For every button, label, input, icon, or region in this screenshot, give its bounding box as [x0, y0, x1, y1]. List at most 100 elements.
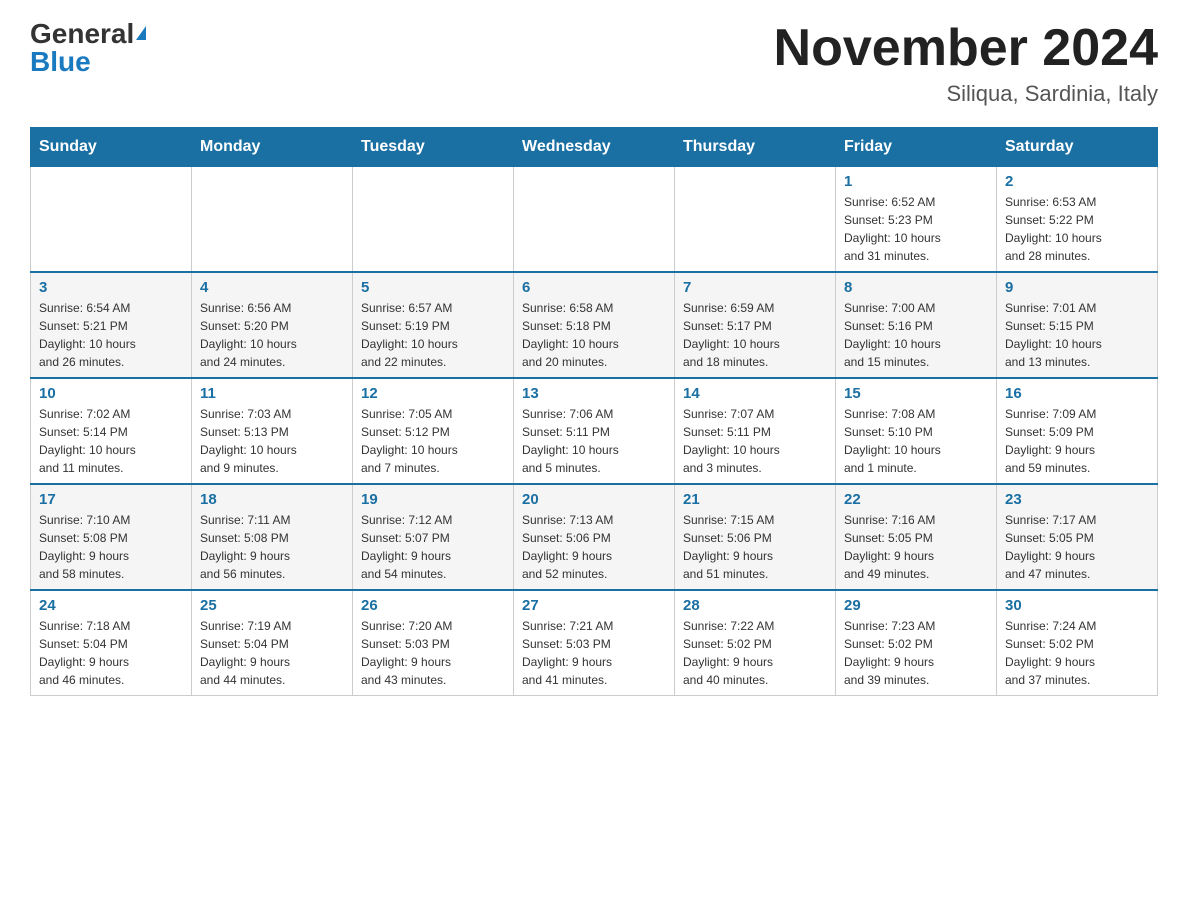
day-number: 7	[683, 279, 827, 296]
day-number: 20	[522, 491, 666, 508]
calendar-day-cell: 15 Sunrise: 7:08 AMSunset: 5:10 PMDayligh…	[836, 378, 997, 484]
day-of-week-header: Monday	[192, 128, 353, 167]
calendar-day-cell: 9 Sunrise: 7:01 AMSunset: 5:15 PMDaylight…	[997, 272, 1158, 378]
day-number: 29	[844, 597, 988, 614]
day-of-week-header: Wednesday	[514, 128, 675, 167]
calendar-week-row: 3 Sunrise: 6:54 AMSunset: 5:21 PMDaylight…	[31, 272, 1158, 378]
day-number: 16	[1005, 385, 1149, 402]
calendar-day-cell	[514, 167, 675, 273]
day-info: Sunrise: 7:10 AMSunset: 5:08 PMDaylight:…	[39, 511, 183, 583]
day-number: 2	[1005, 173, 1149, 190]
calendar-day-cell: 24 Sunrise: 7:18 AMSunset: 5:04 PMDayligh…	[31, 590, 192, 696]
calendar-day-cell: 7 Sunrise: 6:59 AMSunset: 5:17 PMDaylight…	[675, 272, 836, 378]
calendar-day-cell: 1 Sunrise: 6:52 AMSunset: 5:23 PMDaylight…	[836, 167, 997, 273]
calendar-day-cell: 18 Sunrise: 7:11 AMSunset: 5:08 PMDayligh…	[192, 484, 353, 590]
day-info: Sunrise: 7:22 AMSunset: 5:02 PMDaylight:…	[683, 617, 827, 689]
day-number: 13	[522, 385, 666, 402]
logo-triangle-icon	[136, 26, 146, 40]
day-info: Sunrise: 7:03 AMSunset: 5:13 PMDaylight:…	[200, 405, 344, 477]
day-info: Sunrise: 7:23 AMSunset: 5:02 PMDaylight:…	[844, 617, 988, 689]
day-info: Sunrise: 7:02 AMSunset: 5:14 PMDaylight:…	[39, 405, 183, 477]
calendar-day-cell: 13 Sunrise: 7:06 AMSunset: 5:11 PMDayligh…	[514, 378, 675, 484]
day-info: Sunrise: 7:19 AMSunset: 5:04 PMDaylight:…	[200, 617, 344, 689]
day-number: 28	[683, 597, 827, 614]
day-of-week-header: Sunday	[31, 128, 192, 167]
calendar-day-cell: 20Sunrise: 7:13 AMSunset: 5:06 PMDayligh…	[514, 484, 675, 590]
day-number: 15	[844, 385, 988, 402]
calendar-day-cell: 6 Sunrise: 6:58 AMSunset: 5:18 PMDaylight…	[514, 272, 675, 378]
day-number: 1	[844, 173, 988, 190]
day-of-week-header: Friday	[836, 128, 997, 167]
calendar-day-cell: 16 Sunrise: 7:09 AMSunset: 5:09 PMDayligh…	[997, 378, 1158, 484]
day-of-week-header: Saturday	[997, 128, 1158, 167]
page-header: General Blue November 2024 Siliqua, Sard…	[30, 20, 1158, 107]
day-number: 23	[1005, 491, 1149, 508]
day-number: 9	[1005, 279, 1149, 296]
day-info: Sunrise: 7:21 AMSunset: 5:03 PMDaylight:…	[522, 617, 666, 689]
calendar-day-cell: 4 Sunrise: 6:56 AMSunset: 5:20 PMDaylight…	[192, 272, 353, 378]
calendar-day-cell: 26Sunrise: 7:20 AMSunset: 5:03 PMDayligh…	[353, 590, 514, 696]
day-number: 3	[39, 279, 183, 296]
calendar-week-row: 24 Sunrise: 7:18 AMSunset: 5:04 PMDayligh…	[31, 590, 1158, 696]
day-number: 27	[522, 597, 666, 614]
day-number: 8	[844, 279, 988, 296]
day-number: 14	[683, 385, 827, 402]
day-info: Sunrise: 7:20 AMSunset: 5:03 PMDaylight:…	[361, 617, 505, 689]
day-number: 11	[200, 385, 344, 402]
calendar-day-cell: 28 Sunrise: 7:22 AMSunset: 5:02 PMDayligh…	[675, 590, 836, 696]
calendar-day-cell: 29 Sunrise: 7:23 AMSunset: 5:02 PMDayligh…	[836, 590, 997, 696]
logo-blue-text: Blue	[30, 48, 91, 76]
day-number: 24	[39, 597, 183, 614]
location-subtitle: Siliqua, Sardinia, Italy	[774, 81, 1158, 107]
day-number: 25	[200, 597, 344, 614]
day-number: 30	[1005, 597, 1149, 614]
calendar-day-cell: 19Sunrise: 7:12 AMSunset: 5:07 PMDayligh…	[353, 484, 514, 590]
logo-general-text: General	[30, 20, 134, 48]
day-info: Sunrise: 7:24 AMSunset: 5:02 PMDaylight:…	[1005, 617, 1149, 689]
day-info: Sunrise: 6:52 AMSunset: 5:23 PMDaylight:…	[844, 193, 988, 265]
day-info: Sunrise: 7:06 AMSunset: 5:11 PMDaylight:…	[522, 405, 666, 477]
day-number: 18	[200, 491, 344, 508]
day-info: Sunrise: 7:15 AMSunset: 5:06 PMDaylight:…	[683, 511, 827, 583]
calendar-day-cell: 23 Sunrise: 7:17 AMSunset: 5:05 PMDayligh…	[997, 484, 1158, 590]
day-info: Sunrise: 6:59 AMSunset: 5:17 PMDaylight:…	[683, 299, 827, 371]
day-info: Sunrise: 7:16 AMSunset: 5:05 PMDaylight:…	[844, 511, 988, 583]
day-info: Sunrise: 7:12 AMSunset: 5:07 PMDaylight:…	[361, 511, 505, 583]
day-info: Sunrise: 7:07 AMSunset: 5:11 PMDaylight:…	[683, 405, 827, 477]
calendar-day-cell: 30 Sunrise: 7:24 AMSunset: 5:02 PMDayligh…	[997, 590, 1158, 696]
day-info: Sunrise: 7:17 AMSunset: 5:05 PMDaylight:…	[1005, 511, 1149, 583]
month-title: November 2024	[774, 20, 1158, 77]
calendar-day-cell: 2 Sunrise: 6:53 AMSunset: 5:22 PMDaylight…	[997, 167, 1158, 273]
calendar-day-cell: 27 Sunrise: 7:21 AMSunset: 5:03 PMDayligh…	[514, 590, 675, 696]
calendar-day-cell: 11 Sunrise: 7:03 AMSunset: 5:13 PMDayligh…	[192, 378, 353, 484]
day-number: 4	[200, 279, 344, 296]
calendar-week-row: 1 Sunrise: 6:52 AMSunset: 5:23 PMDaylight…	[31, 167, 1158, 273]
day-info: Sunrise: 7:18 AMSunset: 5:04 PMDaylight:…	[39, 617, 183, 689]
day-info: Sunrise: 7:00 AMSunset: 5:16 PMDaylight:…	[844, 299, 988, 371]
logo: General Blue	[30, 20, 146, 76]
day-info: Sunrise: 7:11 AMSunset: 5:08 PMDaylight:…	[200, 511, 344, 583]
day-info: Sunrise: 6:56 AMSunset: 5:20 PMDaylight:…	[200, 299, 344, 371]
day-info: Sunrise: 7:09 AMSunset: 5:09 PMDaylight:…	[1005, 405, 1149, 477]
day-info: Sunrise: 6:58 AMSunset: 5:18 PMDaylight:…	[522, 299, 666, 371]
calendar-week-row: 17Sunrise: 7:10 AMSunset: 5:08 PMDayligh…	[31, 484, 1158, 590]
day-info: Sunrise: 7:05 AMSunset: 5:12 PMDaylight:…	[361, 405, 505, 477]
calendar-day-cell: 21Sunrise: 7:15 AMSunset: 5:06 PMDayligh…	[675, 484, 836, 590]
calendar-header-row: SundayMondayTuesdayWednesdayThursdayFrid…	[31, 128, 1158, 167]
calendar-day-cell: 5Sunrise: 6:57 AMSunset: 5:19 PMDaylight…	[353, 272, 514, 378]
calendar-day-cell: 3 Sunrise: 6:54 AMSunset: 5:21 PMDaylight…	[31, 272, 192, 378]
day-of-week-header: Tuesday	[353, 128, 514, 167]
calendar-day-cell: 10 Sunrise: 7:02 AMSunset: 5:14 PMDayligh…	[31, 378, 192, 484]
calendar-day-cell: 8 Sunrise: 7:00 AMSunset: 5:16 PMDaylight…	[836, 272, 997, 378]
calendar-day-cell	[192, 167, 353, 273]
day-info: Sunrise: 7:01 AMSunset: 5:15 PMDaylight:…	[1005, 299, 1149, 371]
day-number: 6	[522, 279, 666, 296]
day-info: Sunrise: 6:53 AMSunset: 5:22 PMDaylight:…	[1005, 193, 1149, 265]
calendar-day-cell: 17Sunrise: 7:10 AMSunset: 5:08 PMDayligh…	[31, 484, 192, 590]
calendar-day-cell	[353, 167, 514, 273]
day-info: Sunrise: 6:57 AMSunset: 5:19 PMDaylight:…	[361, 299, 505, 371]
day-number: 10	[39, 385, 183, 402]
day-info: Sunrise: 6:54 AMSunset: 5:21 PMDaylight:…	[39, 299, 183, 371]
day-info: Sunrise: 7:08 AMSunset: 5:10 PMDaylight:…	[844, 405, 988, 477]
calendar-day-cell: 25 Sunrise: 7:19 AMSunset: 5:04 PMDayligh…	[192, 590, 353, 696]
